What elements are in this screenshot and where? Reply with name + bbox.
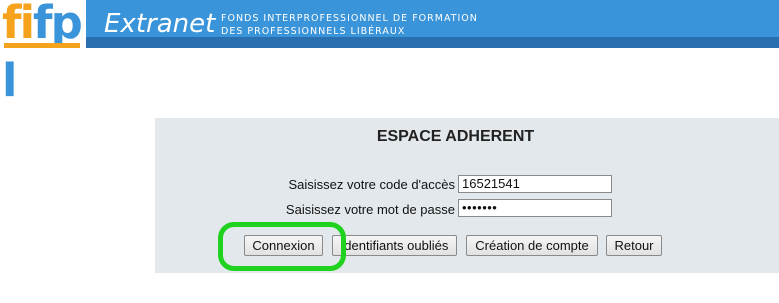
organization-name-line2: DES PROFESSIONNELS LIBÉRAUX [221, 26, 406, 37]
password-input[interactable]: ••••••• [458, 199, 612, 217]
logo-underline [4, 43, 80, 48]
organization-name-line1: FONDS INTERPROFESSIONNEL DE FORMATION [221, 13, 478, 24]
fifpl-logo-text: fifpl [2, 0, 86, 110]
organization-name: FONDS INTERPROFESSIONNEL DE FORMATION DE… [221, 12, 478, 38]
forgot-credentials-button[interactable]: Identifiants oubliés [332, 235, 457, 256]
logo-letter: l [2, 54, 18, 107]
create-account-button[interactable]: Création de compte [466, 235, 598, 256]
access-code-label: Saisissez votre code d'accès [288, 177, 455, 192]
connexion-highlight-outline [218, 222, 346, 271]
retour-button[interactable]: Retour [606, 235, 662, 256]
password-label: Saisissez votre mot de passe [285, 202, 455, 217]
fifpl-logo: fifpl [0, 0, 86, 107]
access-code-input[interactable]: 16521541 [458, 175, 612, 193]
page-title: ESPACE ADHERENT [376, 128, 535, 145]
app-title: Extranet [104, 9, 216, 39]
